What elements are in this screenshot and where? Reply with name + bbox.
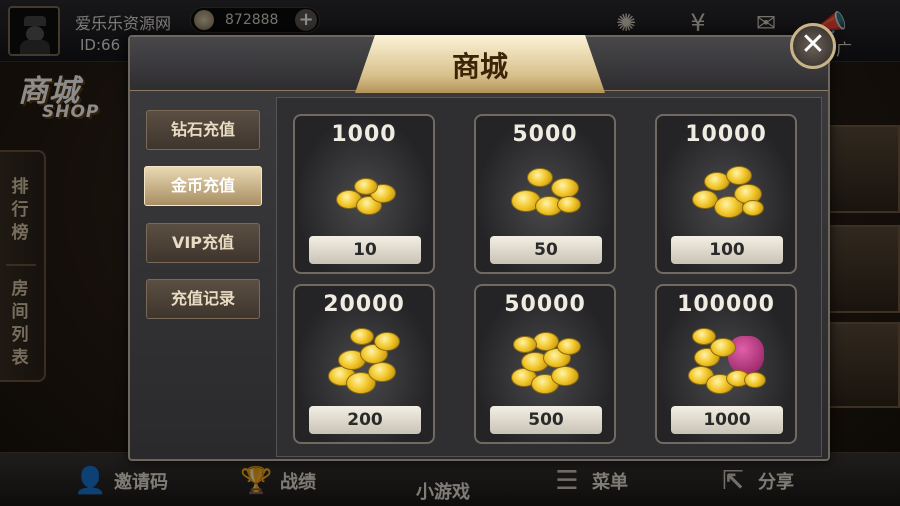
gold-coin: [551, 178, 579, 198]
package-amount: 50000: [504, 292, 586, 317]
gold-coin: [692, 328, 716, 345]
gold-coins-icon: [326, 326, 406, 398]
package-price-button[interactable]: 10: [309, 236, 421, 264]
dialog-title: 商城: [451, 50, 508, 83]
close-button[interactable]: ✕: [790, 23, 836, 69]
tab-vip-recharge[interactable]: VIP充值: [146, 223, 260, 263]
tab-gold-recharge[interactable]: 金币充值: [144, 166, 262, 206]
gold-coins-icon: [507, 156, 587, 228]
gold-coin: [744, 372, 766, 388]
tab-recharge-history[interactable]: 充值记录: [146, 279, 260, 319]
gold-coins-icon: [688, 326, 768, 398]
package-amount: 5000: [512, 122, 578, 147]
gold-coin: [374, 332, 400, 351]
package-amount: 1000: [331, 122, 397, 147]
coin-package[interactable]: 100000 1000: [655, 284, 797, 444]
coin-package[interactable]: 10000 100: [655, 114, 797, 274]
package-price-button[interactable]: 50: [490, 236, 602, 264]
gold-coin: [354, 178, 378, 195]
gold-coin: [557, 338, 581, 355]
package-price-button[interactable]: 100: [671, 236, 783, 264]
package-price-button[interactable]: 500: [490, 406, 602, 434]
shop-dialog: 商城 ✕ 钻石充值 金币充值 VIP充值 充值记录 1000 10 5000 5…: [128, 23, 836, 461]
gold-coin: [551, 366, 579, 386]
gold-coin: [368, 362, 396, 382]
gold-coin: [726, 166, 752, 185]
coin-package[interactable]: 5000 50: [474, 114, 616, 274]
gold-coin: [742, 200, 764, 216]
gold-coins-icon: [326, 156, 406, 228]
title-plaque: 商城: [355, 35, 605, 93]
gold-coin: [513, 336, 537, 353]
package-amount: 20000: [323, 292, 405, 317]
dialog-header: 商城: [130, 35, 828, 93]
package-grid: 1000 10 5000 50 10000 100 20000 200 5000…: [276, 97, 822, 457]
gold-coin: [533, 332, 559, 351]
gold-coins-icon: [507, 326, 587, 398]
gold-coin: [527, 168, 553, 187]
tab-diamond-recharge[interactable]: 钻石充值: [146, 110, 260, 150]
coin-package[interactable]: 1000 10: [293, 114, 435, 274]
package-amount: 10000: [685, 122, 767, 147]
coin-package[interactable]: 50000 500: [474, 284, 616, 444]
coin-package[interactable]: 20000 200: [293, 284, 435, 444]
package-price-button[interactable]: 200: [309, 406, 421, 434]
gold-coin: [350, 328, 374, 345]
package-amount: 100000: [677, 292, 775, 317]
package-price-button[interactable]: 1000: [671, 406, 783, 434]
gold-coins-icon: [688, 156, 768, 228]
gold-coin: [557, 196, 581, 213]
